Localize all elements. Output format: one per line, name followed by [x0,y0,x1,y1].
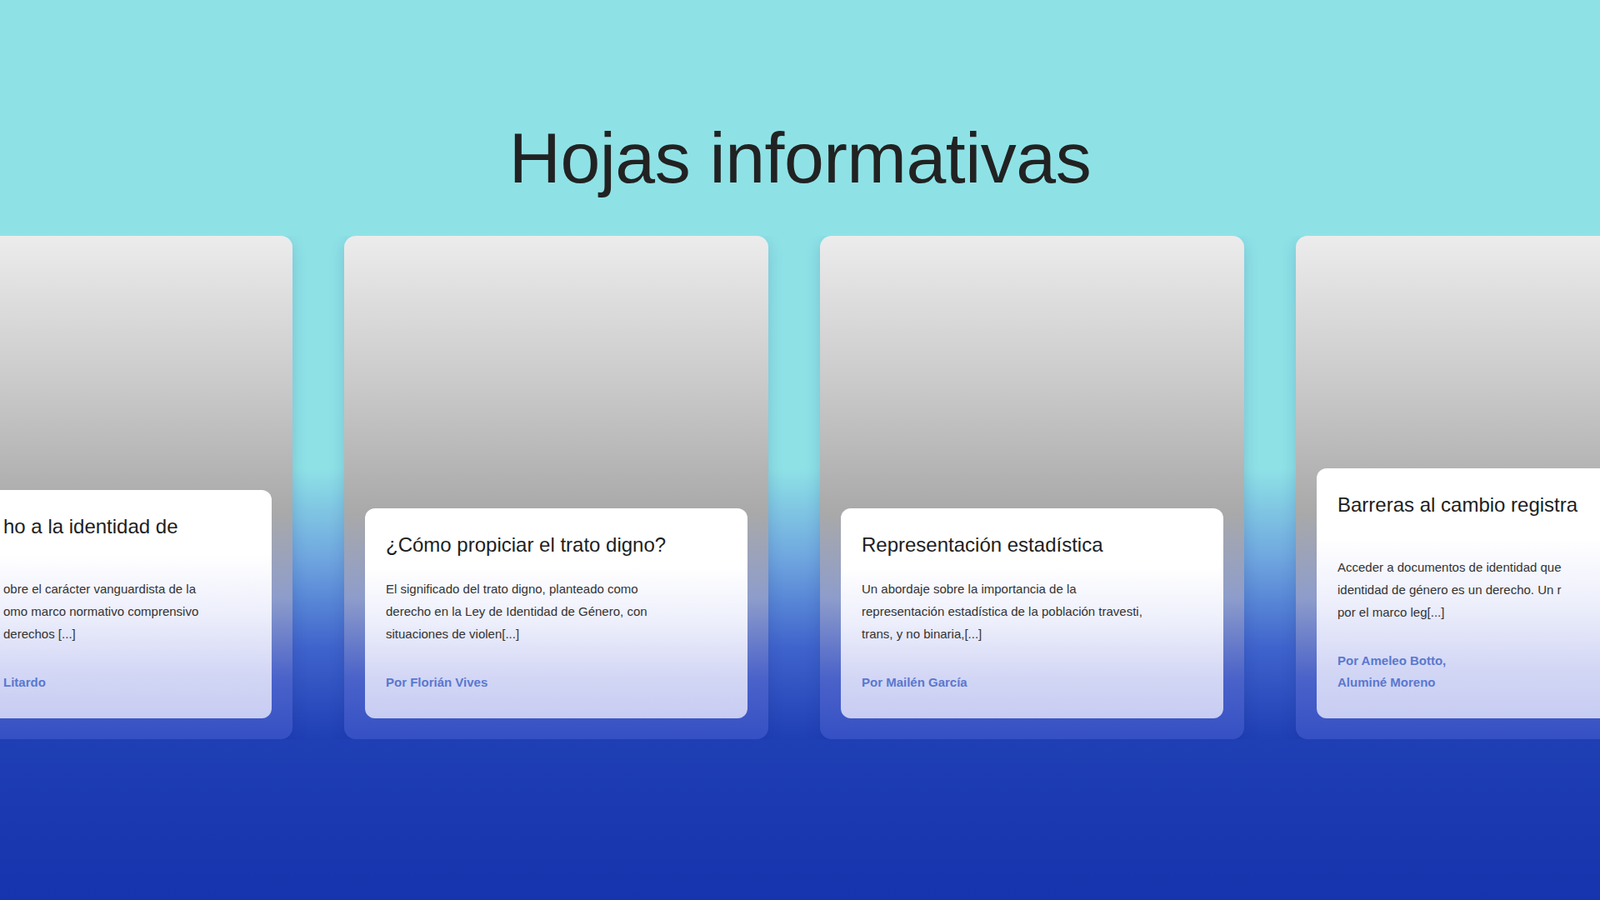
description-line: por el marco leg[...] [1337,600,1600,624]
card-description: Acceder a documentos de identidad queide… [1337,555,1600,624]
fact-sheet-card[interactable]: ¿Cómo propiciar el trato digno? El signif… [344,235,769,740]
author-line: Por Ameleo Botto, [1337,650,1600,672]
card-authors: Por Ameleo Botto,Aluminé Moreno [1337,650,1600,694]
description-line: El significado del trato digno, plantead… [385,577,727,600]
card-authors: Litardo [3,671,251,694]
description-line: omo marco normativo comprensivo [3,600,251,623]
card-description: Un abordaje sobre la importancia de lare… [861,577,1203,645]
author-line: Aluminé Moreno [1337,671,1600,694]
card-title[interactable]: ¿Cómo propiciar el trato digno? [385,531,727,559]
description-line: representación estadística de la poblaci… [861,600,1203,623]
fact-sheets-section: Hojas informativas ho a la identidad de o… [0,0,1600,740]
description-line: Un abordaje sobre la importancia de la [861,577,1203,600]
description-line: Acceder a documentos de identidad que [1337,555,1600,579]
card-text-panel: ho a la identidad de obre el carácter van… [0,490,272,719]
card-description: obre el carácter vanguardista de laomo m… [3,577,251,645]
cards-carousel[interactable]: ho a la identidad de obre el carácter van… [0,235,1600,740]
fact-sheet-card[interactable]: Barreras al cambio registra Acceder a doc… [1295,235,1600,740]
card-text-panel: Representación estadística Un abordaje so… [840,508,1224,718]
card-authors: Por Mailén García [861,671,1203,694]
description-line: derecho en la Ley de Identidad de Género… [385,600,727,623]
card-authors: Por Florián Vives [385,671,727,694]
description-line: trans, y no binaria,[...] [861,622,1203,645]
card-description: El significado del trato digno, plantead… [385,577,727,645]
card-title[interactable]: ho a la identidad de [3,513,251,568]
author-line: Por Mailén García [861,671,1203,694]
fact-sheet-card[interactable]: ho a la identidad de obre el carácter van… [0,235,293,740]
description-line: situaciones de violen[...] [385,622,727,645]
card-text-panel: ¿Cómo propiciar el trato digno? El signif… [365,508,748,718]
section-heading: Hojas informativas [0,118,1600,198]
card-title[interactable]: Representación estadística [861,531,1203,559]
author-line: Litardo [3,671,251,694]
description-line: obre el carácter vanguardista de la [3,577,251,600]
card-text-panel: Barreras al cambio registra Acceder a doc… [1316,468,1600,719]
card-title[interactable]: Barreras al cambio registra [1337,491,1600,546]
author-line: Por Florián Vives [385,671,727,694]
fact-sheet-card[interactable]: Representación estadística Un abordaje so… [820,235,1245,740]
description-line: derechos [...] [3,622,251,645]
description-line: identidad de género es un derecho. Un r [1337,578,1600,601]
